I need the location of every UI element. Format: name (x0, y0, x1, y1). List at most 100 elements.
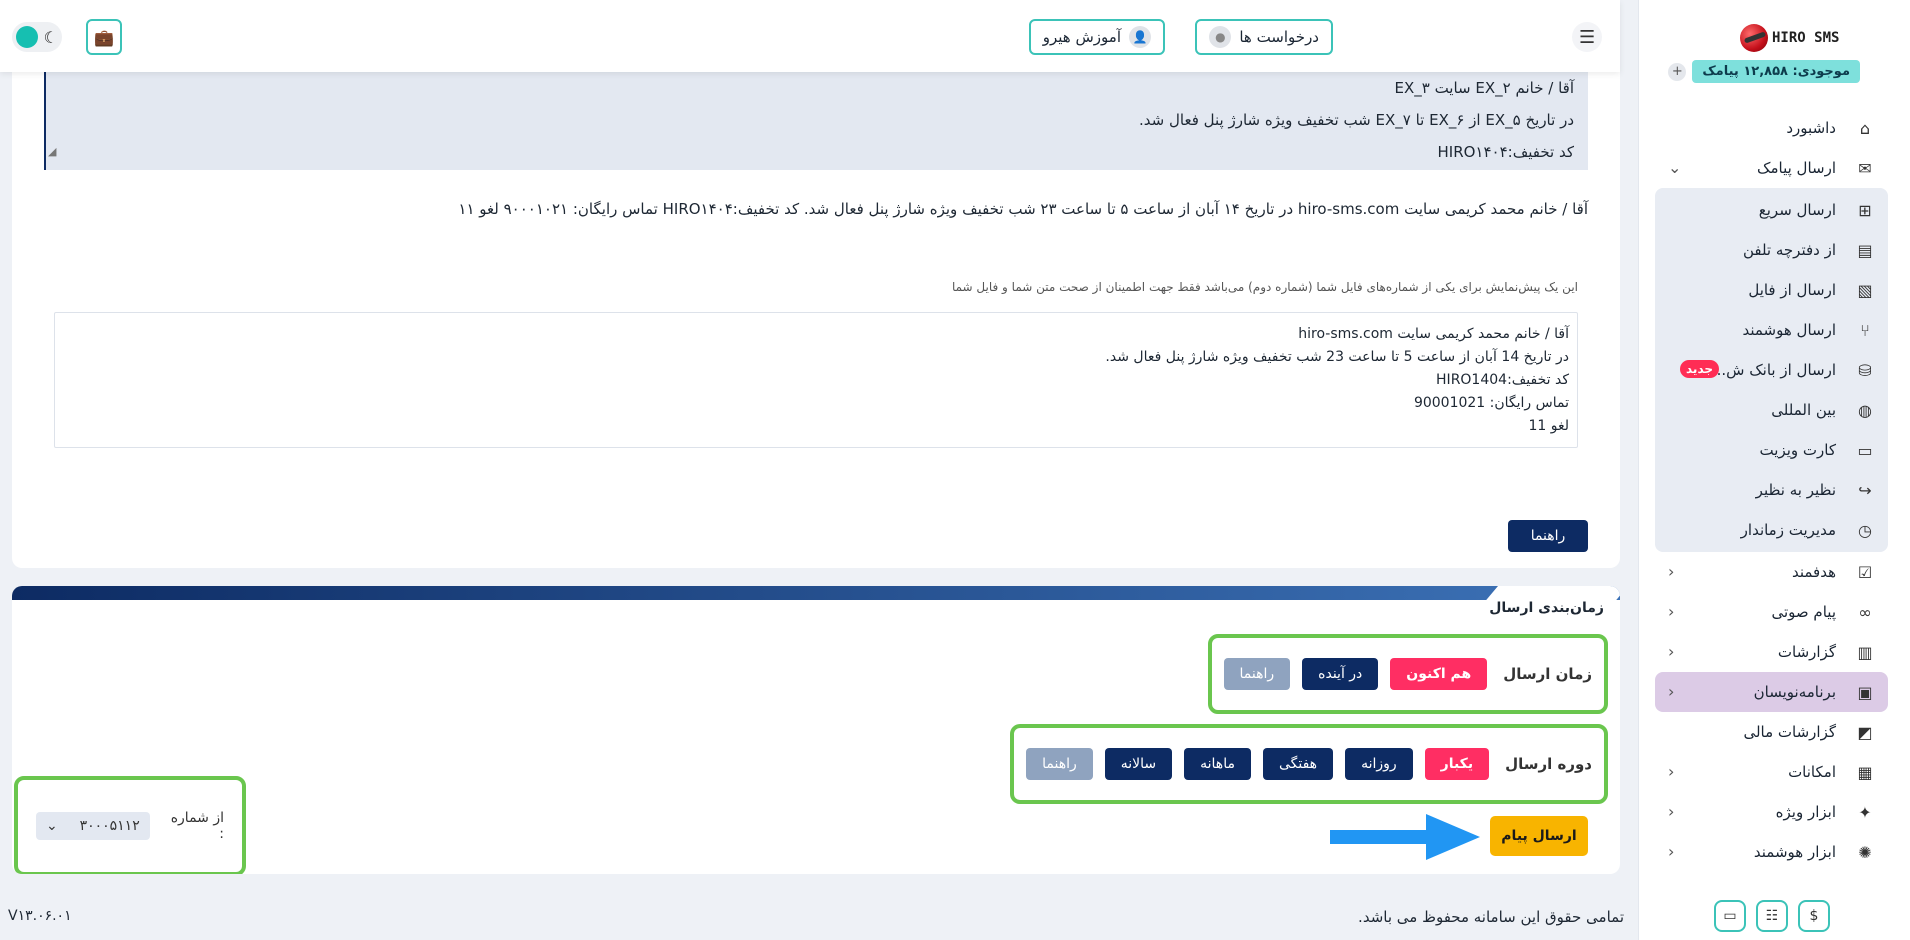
logo-text: HIRO SMS (1772, 30, 1840, 46)
bulb-icon: ✺ (1858, 842, 1872, 862)
requests-label: درخواست ها (1239, 28, 1319, 46)
sidebar-item-label: پیام صوتی (1771, 603, 1837, 621)
send-message-button[interactable]: ارسال پیام (1490, 816, 1588, 856)
chevron-left-icon: ‹ (1668, 642, 1675, 661)
send-time-help-button[interactable]: راهنما (1223, 658, 1291, 690)
send-sms-submenu: ⊞ ارسال سریع ▤ از دفترچه تلفن ▧ ارسال از فا… (1655, 188, 1888, 552)
send-period-label: دوره ارسال (1505, 755, 1592, 773)
logo[interactable]: HIRO SMS (1740, 20, 1840, 56)
dollar-icon[interactable]: $ (1798, 900, 1830, 932)
sidebar-item-voice[interactable]: ∞ پیام صوتی ‹ (1638, 592, 1910, 632)
briefcase-icon[interactable]: 💼 (86, 19, 122, 55)
sidebar-item-number-bank[interactable]: ⛁ ارسال از بانک ش... جدید (1655, 350, 1888, 390)
chevron-down-icon: ⌄ (46, 818, 58, 834)
sidebar-item-label: گزارشات مالی (1743, 723, 1836, 741)
send-now-button[interactable]: هم اکنون (1390, 658, 1488, 690)
sample-preview-box: آقا / خانم محمد کریمی سایت hiro-sms.com … (54, 312, 1578, 448)
sidebar-item-international[interactable]: ◍ بین المللی (1655, 390, 1888, 430)
sidebar-item-developers[interactable]: ▣ برنامه‌نویسان ‹ (1655, 672, 1888, 712)
sidebar-item-peer-to-peer[interactable]: ↪ نظیر به نظیر (1655, 470, 1888, 510)
sidebar-item-phonebook[interactable]: ▤ از دفترچه تلفن (1655, 230, 1888, 270)
developer-icon: ▣ (1857, 682, 1873, 702)
sidebar-item-financial-reports[interactable]: ◩ گزارشات مالی (1638, 712, 1910, 752)
balance-badge: موجودی: ۱۲,۸۵۸ پیامک (1692, 60, 1860, 83)
arrow-right-icon (1330, 814, 1480, 860)
period-monthly-button[interactable]: ماهانه (1184, 748, 1251, 780)
sidebar-item-business-card[interactable]: ▭ کارت ویزیت (1655, 430, 1888, 470)
schedule-title: زمان‌بندی ارسال (1489, 600, 1604, 616)
new-badge: جدید (1680, 360, 1720, 378)
from-number-select[interactable]: ⌄ ۳۰۰۰۵۱۱۲ (36, 812, 150, 840)
period-weekly-button[interactable]: هفتگی (1262, 748, 1334, 780)
chevron-left-icon: ‹ (1668, 602, 1675, 621)
send-future-button[interactable]: در آینده (1302, 658, 1379, 690)
sidebar-item-dashboard[interactable]: ⌂ داشبورد (1638, 108, 1910, 148)
from-number-group: از شماره : ⌄ ۳۰۰۰۵۱۱۲ (14, 776, 246, 874)
moon-icon: ☾ (43, 27, 58, 47)
sidebar-item-label: داشبورد (1786, 119, 1836, 137)
hamburger-menu-icon[interactable]: ☰ (1572, 22, 1602, 52)
check-message-icon: ☑ (1857, 562, 1873, 582)
sidebar-item-label: ارسال هوشمند (1742, 321, 1836, 339)
voicemail-icon: ∞ (1858, 602, 1872, 622)
sidebar: HIRO SMS موجودی: ۱۲,۸۵۸ پیامک + ⌂ داشبور… (1638, 0, 1910, 940)
home-icon: ⌂ (1859, 118, 1871, 138)
send-time-group: زمان ارسال هم اکنون در آینده راهنما (1207, 634, 1608, 714)
sidebar-item-label: ارسال پیامک (1757, 159, 1836, 177)
from-number-value: ۳۰۰۰۵۱۱۲ (79, 818, 140, 834)
finance-chart-icon: ◩ (1857, 722, 1873, 742)
resize-handle-icon[interactable]: ◢ (48, 136, 56, 168)
database-icon: ⛁ (1858, 360, 1872, 380)
requests-button[interactable]: درخواست ها ● (1195, 19, 1333, 55)
requests-avatar-icon: ● (1209, 26, 1232, 48)
plus-message-icon: ⊞ (1858, 200, 1872, 220)
footer-version: V۱۳.۰۶.۰۱ (8, 908, 72, 924)
add-credit-icon[interactable]: + (1668, 62, 1687, 81)
sidebar-item-label: امکانات (1788, 763, 1836, 781)
contact-card-icon[interactable]: ☷ (1756, 900, 1788, 932)
chevron-left-icon: ‹ (1668, 762, 1675, 781)
sidebar-item-special-tools[interactable]: ✦ ابزار ویژه ‹ (1638, 792, 1910, 832)
clock-icon: ◷ (1858, 520, 1872, 540)
sidebar-item-label: نظیر به نظیر (1755, 481, 1836, 499)
balance-row: موجودی: ۱۲,۸۵۸ پیامک + (1668, 60, 1860, 83)
preview-line: آقا / خانم محمد کریمی سایت hiro-sms.com … (458, 200, 1588, 218)
period-once-button[interactable]: یکبار (1424, 748, 1490, 780)
sidebar-item-send-sms[interactable]: ✉ ارسال پیامک ⌄ (1638, 148, 1910, 188)
help-button[interactable]: راهنما (1508, 520, 1588, 552)
template-textarea[interactable]: آقا / خانم EX_۲ سایت EX_۳ در تاریخ EX_۵ … (44, 66, 1588, 170)
report-icon: ▥ (1857, 642, 1873, 662)
period-yearly-button[interactable]: سالانه (1104, 748, 1173, 780)
sidebar-item-label: گزارشات (1777, 643, 1836, 661)
training-label: آموزش هیرو (1042, 28, 1121, 46)
sidebar-item-quick-send[interactable]: ⊞ ارسال سریع (1655, 190, 1888, 230)
sample-line: در تاریخ 14 آبان از ساعت 5 تا ساعت 23 شب… (1105, 349, 1569, 365)
sidebar-item-targeted[interactable]: ☑ هدفمند ‹ (1638, 552, 1910, 592)
sample-line: تماس رایگان: 90001021 (1413, 395, 1569, 411)
footer-copyright: تمامی حقوق این سامانه محفوظ می باشد. (1358, 908, 1624, 926)
sidebar-item-label: ارسال از بانک ش... (1711, 361, 1836, 379)
sidebar-item-label: ابزار هوشمند (1753, 843, 1836, 861)
chevron-down-icon: ⌄ (1668, 158, 1682, 177)
theme-toggle[interactable]: ☾ (12, 22, 62, 52)
training-button[interactable]: 👤 آموزش هیرو (1028, 19, 1165, 55)
sidebar-item-reports[interactable]: ▥ گزارشات ‹ (1638, 632, 1910, 672)
schedule-card: زمان‌بندی ارسال زمان ارسال هم اکنون در آ… (12, 586, 1620, 874)
period-daily-button[interactable]: روزانه (1345, 748, 1413, 780)
phonebook-icon: ▤ (1857, 240, 1873, 260)
sidebar-item-label: بین المللی (1771, 401, 1836, 419)
sms-icon: ✉ (1858, 158, 1872, 178)
message-card: آقا / خانم EX_۲ سایت EX_۳ در تاریخ EX_۵ … (12, 60, 1620, 568)
sidebar-item-features[interactable]: ▦ امکانات ‹ (1638, 752, 1910, 792)
logo-globe-icon (1740, 24, 1768, 52)
wallet-icon[interactable]: ▭ (1714, 900, 1746, 932)
from-number-label: از شماره : (170, 810, 224, 842)
user-icon: 👤 (1129, 26, 1151, 48)
sidebar-item-scheduled[interactable]: ◷ مدیریت زماندار (1655, 510, 1888, 550)
sidebar-item-from-file[interactable]: ▧ ارسال از فایل (1655, 270, 1888, 310)
sidebar-item-smart-tools[interactable]: ✺ ابزار هوشمند ‹ (1638, 832, 1910, 872)
sidebar-item-smart-send[interactable]: ⑂ ارسال هوشمند (1655, 310, 1888, 350)
send-period-help-button[interactable]: راهنما (1026, 748, 1093, 780)
sample-line: آقا / خانم محمد کریمی سایت hiro-sms.com (1298, 326, 1569, 342)
topbar: ☰ درخواست ها ● 👤 آموزش هیرو 💼 ☾ (0, 0, 1620, 72)
